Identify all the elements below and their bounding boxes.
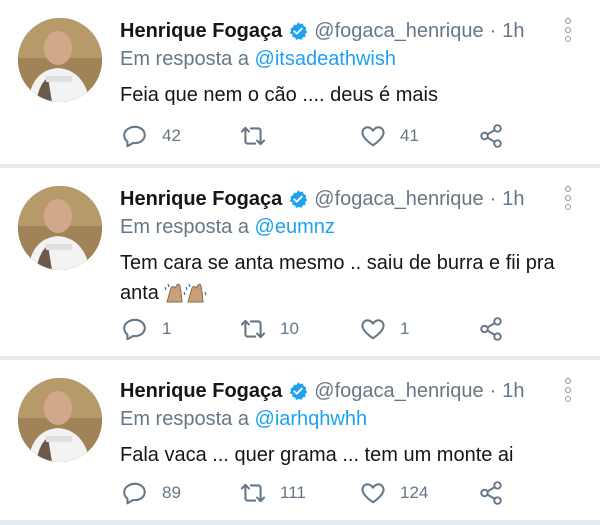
- tweet[interactable]: Henrique Fogaça @fogaca_henrique · 1h Em…: [0, 168, 600, 356]
- tweet-actions: 1 10 1: [120, 314, 520, 344]
- author-name[interactable]: Henrique Fogaça: [120, 188, 282, 211]
- share-icon: [478, 480, 504, 506]
- tweet-feed: Henrique Fogaça @fogaca_henrique · 1h Em…: [0, 0, 600, 525]
- separator-dot: ·: [489, 187, 497, 210]
- share-button[interactable]: [478, 314, 504, 344]
- like-count: 41: [400, 126, 419, 145]
- tweet-actions: 42 41: [120, 121, 520, 151]
- reply-button[interactable]: 42: [122, 121, 181, 151]
- tweet[interactable]: Henrique Fogaça @fogaca_henrique · 1h Em…: [0, 0, 600, 164]
- timestamp[interactable]: 1h: [502, 380, 524, 403]
- like-count: 124: [400, 483, 429, 502]
- tweet-header: Henrique Fogaça @fogaca_henrique · 1h: [120, 184, 525, 214]
- clapping-hands-emoji: [163, 282, 209, 306]
- reply-icon: [122, 480, 148, 506]
- author-handle[interactable]: @fogaca_henrique: [314, 188, 483, 211]
- tweet-text: Fala vaca ... quer grama ... tem um mont…: [120, 440, 580, 470]
- tweet-text-content: Fala vaca ... quer grama ... tem um mont…: [120, 444, 514, 466]
- verified-badge-icon: [288, 21, 308, 41]
- reply-button[interactable]: 1: [122, 314, 171, 344]
- avatar[interactable]: [18, 378, 102, 462]
- like-icon: [360, 480, 386, 506]
- retweet-icon: [240, 123, 266, 149]
- like-button[interactable]: 1: [360, 314, 409, 344]
- tweet-text: Tem cara se anta mesmo .. saiu de burra …: [120, 248, 580, 308]
- retweet-icon: [240, 316, 266, 342]
- like-icon: [360, 123, 386, 149]
- retweet-count: 111: [280, 483, 306, 502]
- reply-count: 89: [162, 483, 181, 502]
- separator-dot: ·: [489, 19, 497, 42]
- tweet-text-content: Feia que nem o cão .... deus é mais: [120, 84, 438, 106]
- like-count: 1: [400, 319, 410, 338]
- like-icon: [360, 316, 386, 342]
- author-handle[interactable]: @fogaca_henrique: [314, 380, 483, 403]
- tweet[interactable]: Henrique Fogaça @fogaca_henrique · 1h Em…: [0, 360, 600, 520]
- more-options-icon[interactable]: [562, 18, 574, 46]
- tweet-actions: 89 111 124: [120, 478, 520, 508]
- share-button[interactable]: [478, 478, 504, 508]
- like-button[interactable]: 124: [360, 478, 428, 508]
- reply-count: 1: [162, 319, 172, 338]
- retweet-count: 10: [280, 319, 299, 338]
- author-handle[interactable]: @fogaca_henrique: [314, 20, 483, 43]
- tweet-text: Feia que nem o cão .... deus é mais: [120, 80, 580, 110]
- more-options-icon[interactable]: [562, 378, 574, 406]
- reply-to-link[interactable]: @iarhqhwhh: [255, 408, 368, 430]
- reply-count: 42: [162, 126, 181, 145]
- reply-icon: [122, 123, 148, 149]
- avatar[interactable]: [18, 18, 102, 102]
- reply-prefix: Em resposta a: [120, 216, 249, 238]
- reply-button[interactable]: 89: [122, 478, 181, 508]
- more-options-icon[interactable]: [562, 186, 574, 214]
- tweet-header: Henrique Fogaça @fogaca_henrique · 1h: [120, 376, 525, 406]
- share-icon: [478, 316, 504, 342]
- author-name[interactable]: Henrique Fogaça: [120, 20, 282, 43]
- like-button[interactable]: 41: [360, 121, 419, 151]
- author-name[interactable]: Henrique Fogaça: [120, 380, 282, 403]
- retweet-icon: [240, 480, 266, 506]
- retweet-button[interactable]: 111: [240, 478, 306, 508]
- timestamp[interactable]: 1h: [502, 20, 524, 43]
- reply-icon: [122, 316, 148, 342]
- tweet-header: Henrique Fogaça @fogaca_henrique · 1h: [120, 16, 525, 46]
- reply-context: Em resposta a @iarhqhwhh: [120, 408, 367, 431]
- share-icon: [478, 123, 504, 149]
- retweet-button[interactable]: [240, 121, 280, 151]
- reply-prefix: Em resposta a: [120, 48, 249, 70]
- verified-badge-icon: [288, 189, 308, 209]
- timestamp[interactable]: 1h: [502, 188, 524, 211]
- reply-context: Em resposta a @itsadeathwish: [120, 48, 396, 71]
- retweet-button[interactable]: 10: [240, 314, 299, 344]
- verified-badge-icon: [288, 381, 308, 401]
- avatar[interactable]: [18, 186, 102, 270]
- reply-to-link[interactable]: @itsadeathwish: [255, 48, 396, 70]
- separator-dot: ·: [489, 379, 497, 402]
- reply-context: Em resposta a @eumnz: [120, 216, 335, 239]
- share-button[interactable]: [478, 121, 504, 151]
- reply-to-link[interactable]: @eumnz: [255, 216, 335, 238]
- reply-prefix: Em resposta a: [120, 408, 249, 430]
